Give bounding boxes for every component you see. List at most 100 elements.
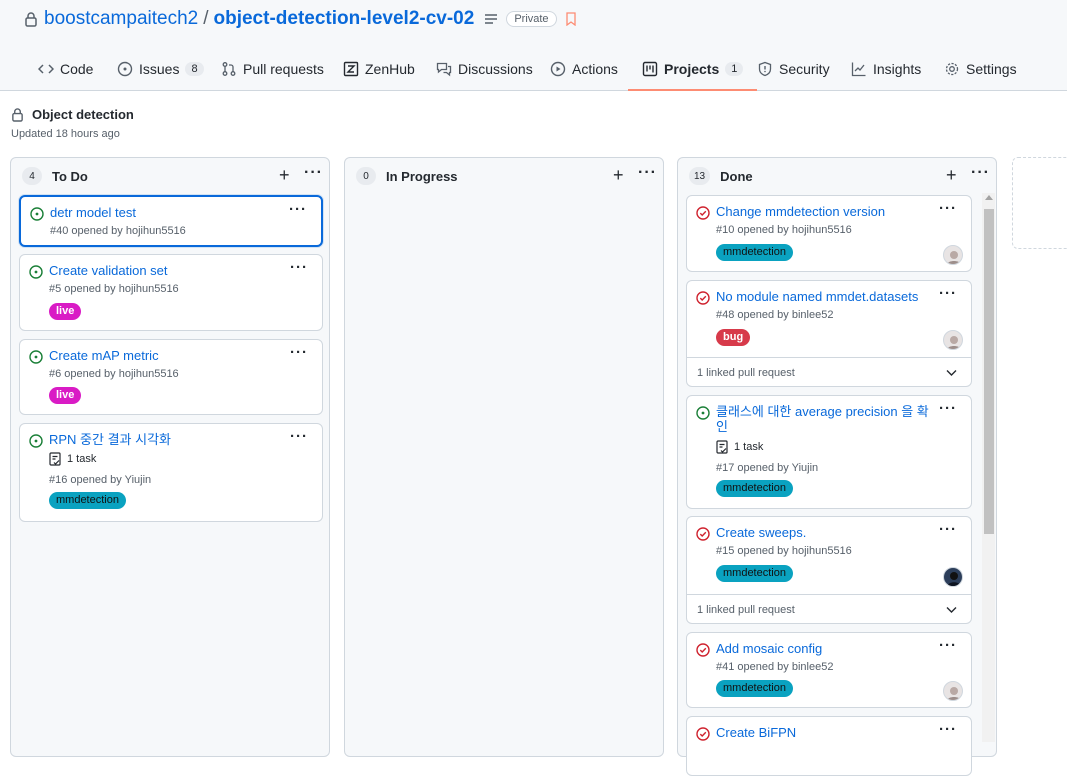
tab-code[interactable]: Code [37, 52, 93, 86]
issue-card[interactable]: Change mmdetection version #10 opened by… [686, 195, 972, 272]
card-menu-icon[interactable]: ··· [290, 428, 308, 445]
label-mmdetection[interactable]: mmdetection [716, 480, 793, 497]
column-in-progress: 0 In Progress + ··· [344, 157, 664, 757]
card-menu-icon[interactable]: ··· [290, 344, 308, 361]
tab-projects[interactable]: Projects 1 [627, 52, 758, 91]
card-menu-icon[interactable]: ··· [939, 400, 957, 417]
issue-meta: #17 opened by Yiujin [716, 462, 819, 474]
linked-pull-request[interactable]: 1 linked pull request [687, 357, 971, 387]
tab-discussions-label: Discussions [458, 61, 533, 77]
tab-insights[interactable]: Insights [851, 52, 921, 86]
tab-zenhub[interactable]: ZenHub [343, 52, 415, 86]
avatar[interactable] [943, 245, 963, 265]
column-menu-icon[interactable]: ··· [971, 164, 990, 182]
card-menu-icon[interactable]: ··· [939, 637, 957, 654]
avatar[interactable] [943, 330, 963, 350]
issue-title[interactable]: No module named mmdet.datasets [716, 289, 918, 304]
project-icon [642, 61, 658, 77]
issue-title[interactable]: detr model test [50, 205, 136, 220]
project-title: Object detection [32, 107, 134, 122]
issue-title[interactable]: Create sweeps. [716, 525, 806, 540]
label-mmdetection[interactable]: mmdetection [49, 492, 126, 509]
tab-discussions[interactable]: Discussions [436, 52, 533, 86]
issue-closed-icon [696, 291, 710, 310]
project-updated: Updated 18 hours ago [11, 128, 120, 140]
graph-icon [851, 61, 867, 77]
card-menu-icon[interactable]: ··· [939, 721, 957, 738]
list-icon[interactable] [484, 13, 498, 25]
code-icon [37, 61, 55, 77]
column-count: 0 [356, 167, 376, 185]
scroll-up-icon[interactable] [985, 195, 993, 200]
repo-owner-link[interactable]: boostcampaitech2 [44, 8, 198, 30]
issue-title-line: 클래스에 대한 average precision 을 확 [716, 404, 929, 419]
tab-insights-label: Insights [873, 61, 922, 77]
issue-title[interactable]: Create validation set [49, 263, 168, 278]
card-menu-icon[interactable]: ··· [939, 521, 957, 538]
chevron-down-icon[interactable] [946, 358, 957, 388]
task-count: 1 task [734, 441, 764, 453]
issue-open-icon [696, 406, 710, 425]
issue-card[interactable]: 클래스에 대한 average precision 을 확 인 1 task #… [686, 395, 972, 509]
issue-card[interactable]: Create mAP metric #6 opened by hojihun55… [19, 339, 323, 415]
add-card-icon[interactable]: + [946, 165, 957, 186]
issue-card[interactable]: Create sweeps. #15 opened by hojihun5516… [686, 516, 972, 624]
tab-issues[interactable]: Issues 8 [117, 52, 204, 86]
issue-title[interactable]: RPN 중간 결과 시각화 [49, 432, 171, 447]
add-card-icon[interactable]: + [279, 165, 290, 186]
column-count: 4 [22, 167, 42, 185]
project-info: Object detection Updated 18 hours ago [0, 91, 1067, 157]
tab-settings-label: Settings [966, 61, 1017, 77]
tab-security[interactable]: Security [757, 52, 830, 86]
linked-pull-request[interactable]: 1 linked pull request [687, 594, 971, 624]
discussions-icon [436, 61, 452, 77]
issue-open-icon [29, 350, 43, 369]
issue-meta: #16 opened by Yiujin [49, 474, 152, 486]
label-live[interactable]: live [49, 387, 82, 404]
issue-title[interactable]: Create mAP metric [49, 348, 159, 363]
repo-name-link[interactable]: object-detection-level2-cv-02 [214, 8, 475, 30]
add-column-placeholder[interactable] [1012, 157, 1067, 249]
card-menu-icon[interactable]: ··· [939, 200, 957, 217]
tab-actions[interactable]: Actions [550, 52, 618, 86]
issue-card[interactable]: RPN 중간 결과 시각화 1 task #16 opened by Yiuji… [19, 423, 323, 522]
issue-title[interactable]: Add mosaic config [716, 641, 822, 656]
chevron-down-icon[interactable] [946, 595, 957, 625]
scrollbar-thumb[interactable] [984, 209, 994, 534]
add-card-icon[interactable]: + [613, 165, 624, 186]
issue-open-icon [29, 434, 43, 453]
issue-card[interactable]: Create validation set #5 opened by hojih… [19, 254, 323, 331]
tab-pull-requests[interactable]: Pull requests [221, 52, 324, 86]
lock-icon [11, 107, 24, 127]
column-menu-icon[interactable]: ··· [304, 164, 323, 182]
task-list: 1 task [49, 452, 96, 466]
column-menu-icon[interactable]: ··· [638, 164, 657, 182]
tab-projects-label: Projects [664, 61, 720, 77]
issue-title[interactable]: Create BiFPN [716, 725, 796, 740]
issue-card[interactable]: detr model test #40 opened by hojihun551… [19, 195, 323, 247]
card-menu-icon[interactable]: ··· [289, 201, 307, 218]
avatar[interactable] [943, 567, 963, 587]
bookmark-icon[interactable] [565, 12, 577, 26]
label-bug[interactable]: bug [716, 329, 751, 346]
label-mmdetection[interactable]: mmdetection [716, 244, 793, 261]
issue-title[interactable]: Change mmdetection version [716, 204, 885, 219]
issue-open-icon [29, 265, 43, 284]
issue-card[interactable]: No module named mmdet.datasets #48 opene… [686, 280, 972, 387]
issue-card[interactable]: Add mosaic config #41 opened by binlee52… [686, 632, 972, 708]
label-mmdetection[interactable]: mmdetection [716, 565, 793, 582]
issue-card[interactable]: Create BiFPN ··· [686, 716, 972, 776]
lock-icon [24, 11, 38, 27]
issue-title[interactable]: 클래스에 대한 average precision 을 확 인 [716, 404, 936, 434]
issue-closed-icon [696, 206, 710, 225]
label-live[interactable]: live [49, 303, 82, 320]
tab-settings[interactable]: Settings [944, 52, 1017, 86]
avatar[interactable] [943, 681, 963, 701]
issue-meta: #10 opened by hojihun5516 [716, 224, 852, 236]
card-menu-icon[interactable]: ··· [290, 259, 308, 276]
issue-closed-icon [696, 643, 710, 662]
label-mmdetection[interactable]: mmdetection [716, 680, 793, 697]
card-menu-icon[interactable]: ··· [939, 285, 957, 302]
column-scrollbar[interactable] [982, 193, 995, 742]
tab-zenhub-label: ZenHub [365, 61, 415, 77]
